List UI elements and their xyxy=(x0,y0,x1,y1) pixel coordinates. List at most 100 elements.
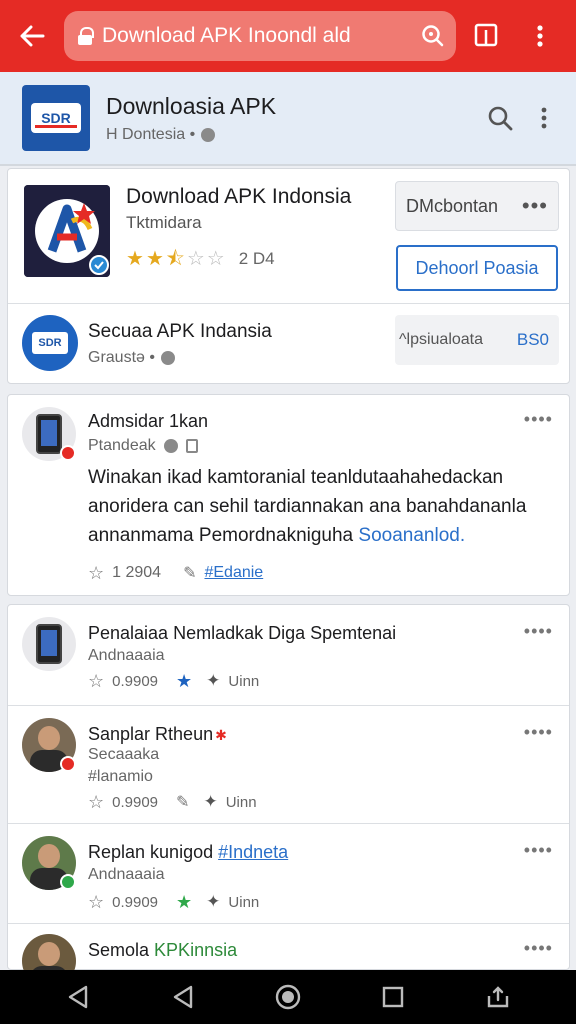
address-bar[interactable]: Download APK Inoondl ald xyxy=(64,11,456,61)
star-empty-icon: ☆ xyxy=(186,248,205,270)
post-card: Admsidar 1kan Ptandeak •••• Winakan ikad… xyxy=(7,394,570,596)
browser-toolbar: Download APK Inoondl ald xyxy=(0,0,576,72)
url-text[interactable]: Download APK Inoondl ald xyxy=(102,24,420,48)
feed-actions: ☆ 0.9909 ★ ✦ Uinn xyxy=(88,892,259,912)
feed-title-highlight: KPKinnsia xyxy=(154,940,238,960)
feed-third: Uinn xyxy=(225,793,257,811)
feed-avatar[interactable] xyxy=(22,934,76,971)
site-logo-text: SDR xyxy=(31,103,81,133)
feed-more-icon[interactable]: •••• xyxy=(524,840,553,861)
phone-icon xyxy=(36,624,62,664)
status-badge xyxy=(60,445,76,461)
feed-avatar[interactable] xyxy=(22,617,76,671)
status-badge xyxy=(60,874,76,890)
more-horiz-icon[interactable]: ••• xyxy=(522,193,548,219)
install-button[interactable]: Dehoorl Poasia xyxy=(396,245,558,291)
feed-more-icon[interactable]: •••• xyxy=(524,938,553,959)
star-outline-icon[interactable]: ☆ xyxy=(88,564,104,582)
post-actions: ☆ 1 2904 ✎ #Edanie xyxy=(88,563,263,583)
post-meta-text: Ptandeak xyxy=(88,437,156,454)
globe-icon xyxy=(201,127,216,142)
star-filled-icon[interactable]: ★ xyxy=(176,672,192,690)
app-rating: ★ ★ ⯪ ☆ ☆ 2 D4 xyxy=(126,249,275,269)
feed-title-text: Replan kunigod xyxy=(88,842,214,862)
tab-switcher-icon[interactable] xyxy=(456,0,516,72)
feed-title-text: Semola xyxy=(88,940,150,960)
recents-square-icon[interactable] xyxy=(373,977,413,1017)
site-subtitle-text: H Dontesia • xyxy=(106,125,196,143)
star-outline-icon[interactable]: ☆ xyxy=(88,793,104,811)
feed-card: Penalaiaa Nemladkak Diga Spemtenai Andna… xyxy=(7,604,570,971)
edit-icon[interactable]: ✎ xyxy=(183,563,196,583)
app-card: Download APK Indonsia Tktmidara ★ ★ ⯪ ☆ … xyxy=(7,168,570,384)
feed-item[interactable]: Semola KPKinnsia •••• xyxy=(8,923,569,971)
site-info: Downloasia APK H Dontesia • xyxy=(106,93,478,144)
overflow-menu-icon[interactable] xyxy=(516,0,564,72)
feed-subtitle: #lanamio xyxy=(88,768,153,785)
feed-item[interactable]: Sanplar Rtheun ✱ Secaaaka #lanamio •••• ☆… xyxy=(8,705,569,823)
feed-actions: ☆ 0.9909 ✎ ✦ Uinn xyxy=(88,792,257,812)
diamond-icon[interactable]: ✦ xyxy=(206,671,220,691)
phone-icon xyxy=(36,414,62,454)
feed-title[interactable]: Sanplar Rtheun ✱ xyxy=(88,724,227,745)
divider xyxy=(8,303,569,304)
source-logo-text: SDR xyxy=(32,332,68,354)
feed-more-icon[interactable]: •••• xyxy=(524,722,553,743)
post-body: Winakan ikad kamtoranial teanldutaahahed… xyxy=(88,463,548,550)
rating-count: 2 D4 xyxy=(238,249,275,268)
star-outline-icon[interactable]: ☆ xyxy=(88,672,104,690)
post-more-icon[interactable]: •••• xyxy=(524,409,553,430)
post-count: 1 2904 xyxy=(112,564,162,581)
source-meta-text: Graustə • xyxy=(88,349,155,366)
source-button[interactable]: ^lpsiualoata BS0 xyxy=(395,315,559,365)
feed-title[interactable]: Replan kunigod #Indneta xyxy=(88,842,288,863)
source-button-label: ^lpsiualoata xyxy=(399,331,484,348)
feed-actions: ☆ 0.9909 ★ ✦ Uinn xyxy=(88,671,259,691)
app-title[interactable]: Download APK Indonsia xyxy=(126,185,351,209)
back-triangle-icon[interactable] xyxy=(58,977,98,1017)
edit-icon[interactable]: ✎ xyxy=(176,792,189,812)
star-outline-icon[interactable]: ☆ xyxy=(88,893,104,911)
download-button-label: DMcbontan xyxy=(406,195,499,216)
feed-title[interactable]: Semola KPKinnsia xyxy=(88,940,237,961)
back-arrow-icon[interactable] xyxy=(0,0,64,72)
source-name[interactable]: Secuaa APK Indansia xyxy=(88,321,272,343)
app-icon[interactable] xyxy=(24,185,110,277)
globe-icon xyxy=(160,351,175,365)
back-triangle-icon[interactable] xyxy=(163,977,203,1017)
source-logo[interactable]: SDR xyxy=(22,315,78,371)
feed-third: Uinn xyxy=(228,672,260,690)
site-title: Downloasia APK xyxy=(106,92,277,119)
post-author[interactable]: Admsidar 1kan xyxy=(88,411,208,432)
star-filled-icon[interactable]: ★ xyxy=(176,893,192,911)
diamond-icon[interactable]: ✦ xyxy=(206,892,220,912)
more-vert-icon[interactable] xyxy=(522,96,566,140)
feed-more-icon[interactable]: •••• xyxy=(524,621,553,642)
feed-count: 0.9909 xyxy=(112,893,159,911)
feed-count: 0.9909 xyxy=(112,672,159,690)
post-body-link[interactable]: Sooananlod. xyxy=(358,525,465,546)
feed-count: 0.9909 xyxy=(112,793,159,811)
person-photo xyxy=(22,934,76,971)
feed-title-tag[interactable]: #Indneta xyxy=(218,842,288,862)
source-meta: Graustə • xyxy=(88,349,175,367)
site-subtitle: H Dontesia • xyxy=(106,126,478,144)
feed-item[interactable]: Penalaiaa Nemladkak Diga Spemtenai Andna… xyxy=(8,605,569,705)
home-circle-icon[interactable] xyxy=(268,977,308,1017)
site-header: SDR Downloasia APK H Dontesia • xyxy=(0,72,576,166)
feed-third: Uinn xyxy=(228,893,260,911)
feed-subtitle: Secaaaka xyxy=(88,746,160,763)
screenshot-icon[interactable] xyxy=(478,977,518,1017)
asterisk-icon: ✱ xyxy=(215,727,227,743)
app-developer[interactable]: Tktmidara xyxy=(126,213,202,233)
diamond-icon[interactable]: ✦ xyxy=(203,792,217,812)
post-tag[interactable]: #Edanie xyxy=(204,564,263,582)
site-logo[interactable]: SDR xyxy=(22,85,90,151)
phone-small-icon xyxy=(185,439,198,453)
search-icon[interactable] xyxy=(478,96,522,140)
download-button[interactable]: DMcbontan ••• xyxy=(395,181,559,231)
lens-search-icon[interactable] xyxy=(420,23,446,49)
feed-item[interactable]: Replan kunigod #Indneta Andnaaaia •••• ☆… xyxy=(8,823,569,923)
star-full-icon: ★ xyxy=(126,248,144,270)
feed-title[interactable]: Penalaiaa Nemladkak Diga Spemtenai xyxy=(88,623,396,644)
